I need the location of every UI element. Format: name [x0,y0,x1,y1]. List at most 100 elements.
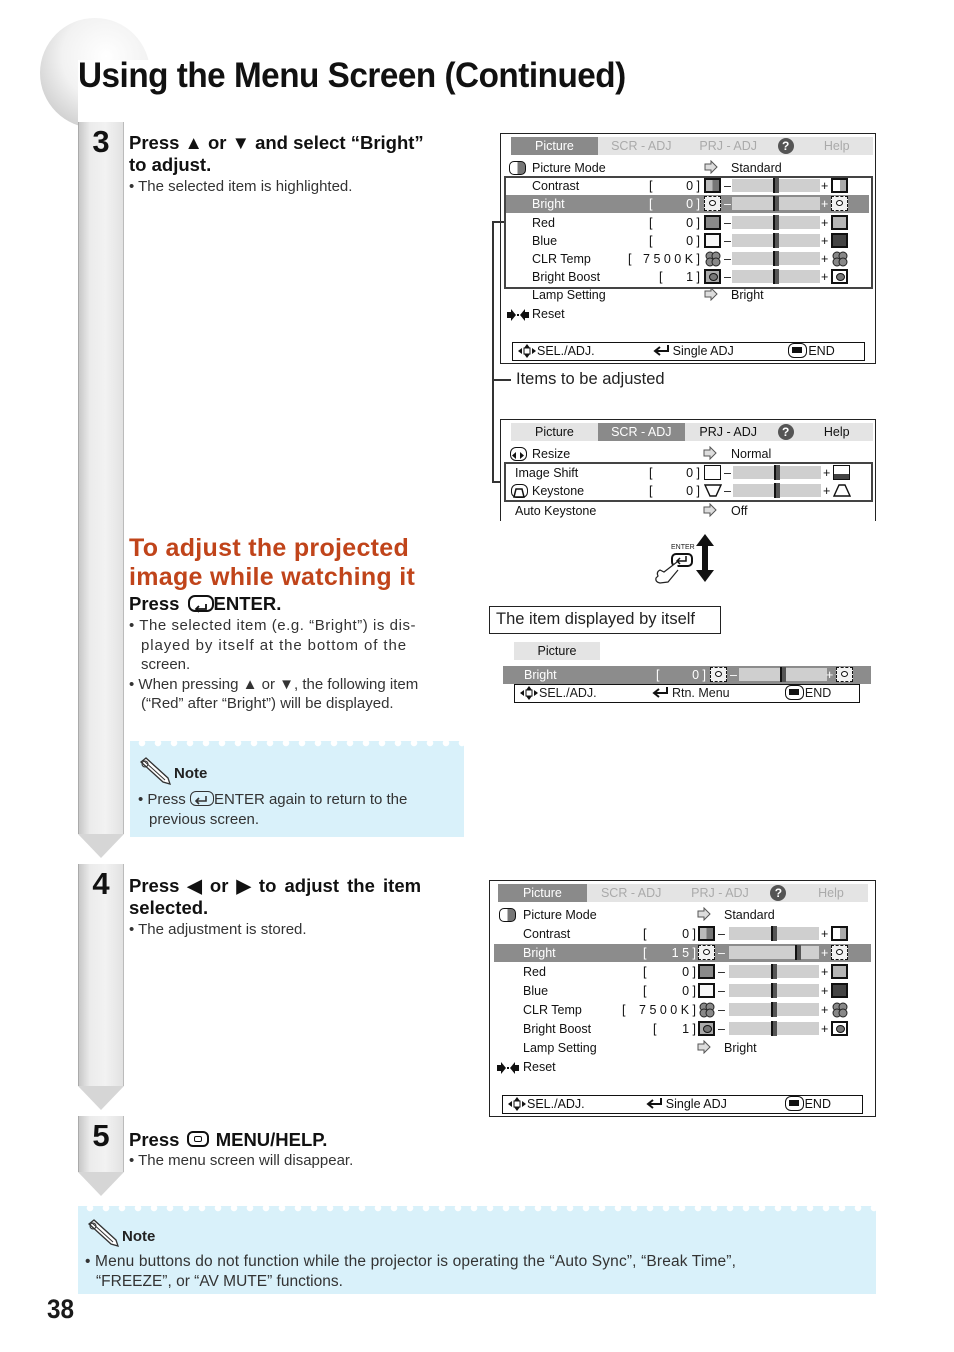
bright-swatch-icon [710,667,727,682]
right-arrow-icon [697,906,711,926]
menu-item-reset[interactable]: Reset [501,305,875,323]
enter-key-icon [189,790,214,806]
reset-icon [497,1061,519,1079]
item-value: 0 ] [682,984,696,998]
footer-end: END [804,686,832,700]
help-question-icon[interactable]: ? [777,138,794,154]
menu-item-reset[interactable]: Reset [490,1058,875,1076]
slider-knob[interactable] [771,983,777,998]
help-question-icon[interactable]: ? [777,424,794,440]
tab-help[interactable]: Help [794,884,868,902]
press-enter-heading: Press ENTER. [129,593,281,615]
tab-scr-adj[interactable]: SCR - ADJ [597,423,685,441]
menu-item-lamp-setting[interactable]: Lamp Setting Bright [490,1039,875,1057]
tab-picture[interactable]: Picture [498,884,587,902]
adjust-slider[interactable] [729,1021,819,1036]
minus-sign: – [718,1022,725,1036]
adjust-slider[interactable] [729,1002,819,1017]
up-down-arrow-icon [696,534,714,582]
tab-prj-adj[interactable]: PRJ - ADJ [676,884,765,902]
bright-swatch-icon [698,945,715,960]
four-way-arrow-icon [517,343,537,363]
step-4-heading: Press ◀ or ▶ to adjust the item selected… [129,875,459,919]
item-label: Lamp Setting [523,1041,597,1055]
tab-prj-adj[interactable]: PRJ - ADJ [685,423,772,441]
slider-knob[interactable] [771,1002,777,1017]
slider-knob[interactable] [771,926,777,941]
plus-sign: + [821,946,829,960]
watching-bullet-line: • The selected item (e.g. “Bright”) is d… [129,617,417,634]
menu-end-icon [784,1096,804,1111]
menu-item-bright[interactable]: Bright [0 ] – + [503,666,871,684]
slider-knob[interactable] [795,945,802,960]
step-5-heading-prefix: Press [129,1129,180,1150]
tab-picture[interactable]: Picture [511,137,598,155]
help-question-icon[interactable]: ? [770,885,787,901]
help-question-icon-cell[interactable]: ? [772,137,801,155]
tab-prj-adj[interactable]: PRJ - ADJ [685,137,772,155]
bright-swatch-icon [836,667,853,682]
tab-picture[interactable]: Picture [511,423,598,441]
menu-item-bright[interactable]: Bright [1 5 ] – + [494,944,871,962]
boost-circle-icon [703,1025,712,1033]
osd-picture-menu-2: Picture SCR - ADJ PRJ - ADJ? Help Picture Mo… [489,880,876,1117]
menu-end-icon [788,343,808,358]
slider-knob[interactable] [771,964,777,979]
adjust-slider[interactable] [739,667,827,682]
tab-scr-adj[interactable]: SCR - ADJ [587,884,676,902]
menu-item-contrast[interactable]: Contrast [0 ] – + [494,925,871,943]
item-label: Reset [532,306,565,321]
footer-end: END [808,344,835,358]
bracket: [ [643,946,647,960]
note-bottom-text: • Menu buttons do not function while the… [85,1252,875,1291]
adjust-slider[interactable] [729,983,819,998]
adjust-slider[interactable] [729,964,819,979]
item-value: 1 ] [682,1022,696,1036]
adjust-slider[interactable] [729,945,819,960]
menu-item-resize[interactable]: Resize Normal [501,445,875,463]
menu-item-red[interactable]: Red [0 ] – + [494,963,871,981]
adjustable-items-frame [504,462,873,502]
plus-sign: + [826,668,834,682]
help-question-icon-cell[interactable]: ? [772,423,801,441]
step-3-bar [78,122,124,834]
menu-end-icon [784,685,804,700]
step-3-bullet: • The selected item is highlighted. [129,178,353,195]
menu-item-lamp-setting[interactable]: Lamp Setting Bright [501,286,875,304]
menu-item-picture-mode[interactable]: Picture Mode Standard [501,159,875,177]
adjust-slider[interactable] [729,926,819,941]
item-label: Picture Mode [532,161,606,175]
note-line2: previous screen. [149,810,260,828]
help-question-icon-cell[interactable]: ? [764,884,794,902]
menu-item-picture-mode[interactable]: Picture Mode Standard [490,906,875,924]
bracket: [ [653,1022,657,1036]
tab-scr-adj[interactable]: SCR - ADJ [598,137,685,155]
enter-return-icon [650,686,670,702]
menu-item-blue[interactable]: Blue [0 ] – + [494,982,871,1000]
tab-help[interactable]: Help [801,423,873,441]
watching-heading: To adjust the projected image while watc… [129,534,469,592]
item-label: Blue [523,984,549,998]
item-label: Red [523,965,546,979]
callout-line [492,379,511,381]
item-value: Bright [731,288,764,303]
right-arrow-icon [697,1039,711,1059]
menu-item-auto-keystone[interactable]: Auto Keystone Off [501,502,875,520]
menu-item-clr-temp[interactable]: CLR Temp [7 5 0 0 K ] – + [494,1001,871,1019]
slider-knob[interactable] [780,667,786,682]
step-3-heading-line2: to adjust. [129,154,212,175]
contrast-swatch-icon [831,926,848,941]
item-label: CLR Temp [523,1003,582,1017]
tab-help[interactable]: Help [801,137,873,155]
menu-item-bright-boost[interactable]: Bright Boost [1 ] – + [494,1020,871,1038]
right-arrow-icon [703,502,717,522]
slider-knob[interactable] [771,1021,777,1036]
page-number: 38 [47,1294,75,1324]
item-value: Off [731,504,748,518]
red-swatch-icon [831,964,848,979]
item-label: Resize [532,447,571,461]
tab-picture[interactable]: Picture [514,642,600,660]
item-value: Normal [731,447,772,461]
plus-sign: + [821,927,829,941]
osd-tab-bar: Picture SCR - ADJ PRJ - ADJ? Help [498,884,868,902]
